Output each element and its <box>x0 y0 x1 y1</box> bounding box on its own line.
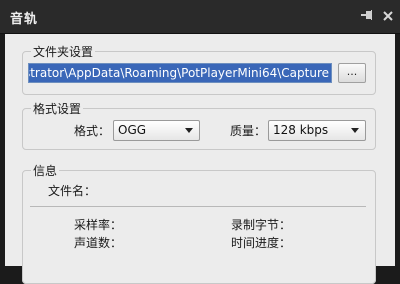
channels-label: 声道数： <box>74 236 123 250</box>
close-icon[interactable] <box>381 9 395 23</box>
folder-settings-legend: 文件夹设置 <box>33 45 94 59</box>
chevron-down-icon <box>185 128 193 133</box>
quality-dropdown[interactable]: 128 kbps <box>268 120 366 141</box>
format-dropdown-value: OGG <box>118 123 147 137</box>
filename-label: 文件名： <box>48 184 97 198</box>
quality-dropdown-value: 128 kbps <box>273 123 329 137</box>
title-bar: 音轨 <box>0 0 400 34</box>
save-path-input[interactable]: dministrator\AppData\Roaming\PotPlayerMi… <box>28 63 332 83</box>
quality-label: 质量： <box>230 124 267 138</box>
window-title: 音轨 <box>10 12 39 27</box>
save-path-value: dministrator\AppData\Roaming\PotPlayerMi… <box>29 66 329 80</box>
time-progress-label: 时间进度： <box>231 236 292 250</box>
info-divider <box>30 206 366 207</box>
format-settings-legend: 格式设置 <box>33 102 82 116</box>
info-legend: 信息 <box>33 164 58 178</box>
format-dropdown[interactable]: OGG <box>113 120 200 141</box>
pin-icon[interactable] <box>360 9 374 23</box>
format-label: 格式： <box>74 124 111 138</box>
chevron-down-icon <box>351 128 359 133</box>
sample-rate-label: 采样率： <box>74 218 123 232</box>
recorded-bytes-label: 录制字节： <box>231 218 292 232</box>
browse-button[interactable]: ... <box>338 63 366 83</box>
